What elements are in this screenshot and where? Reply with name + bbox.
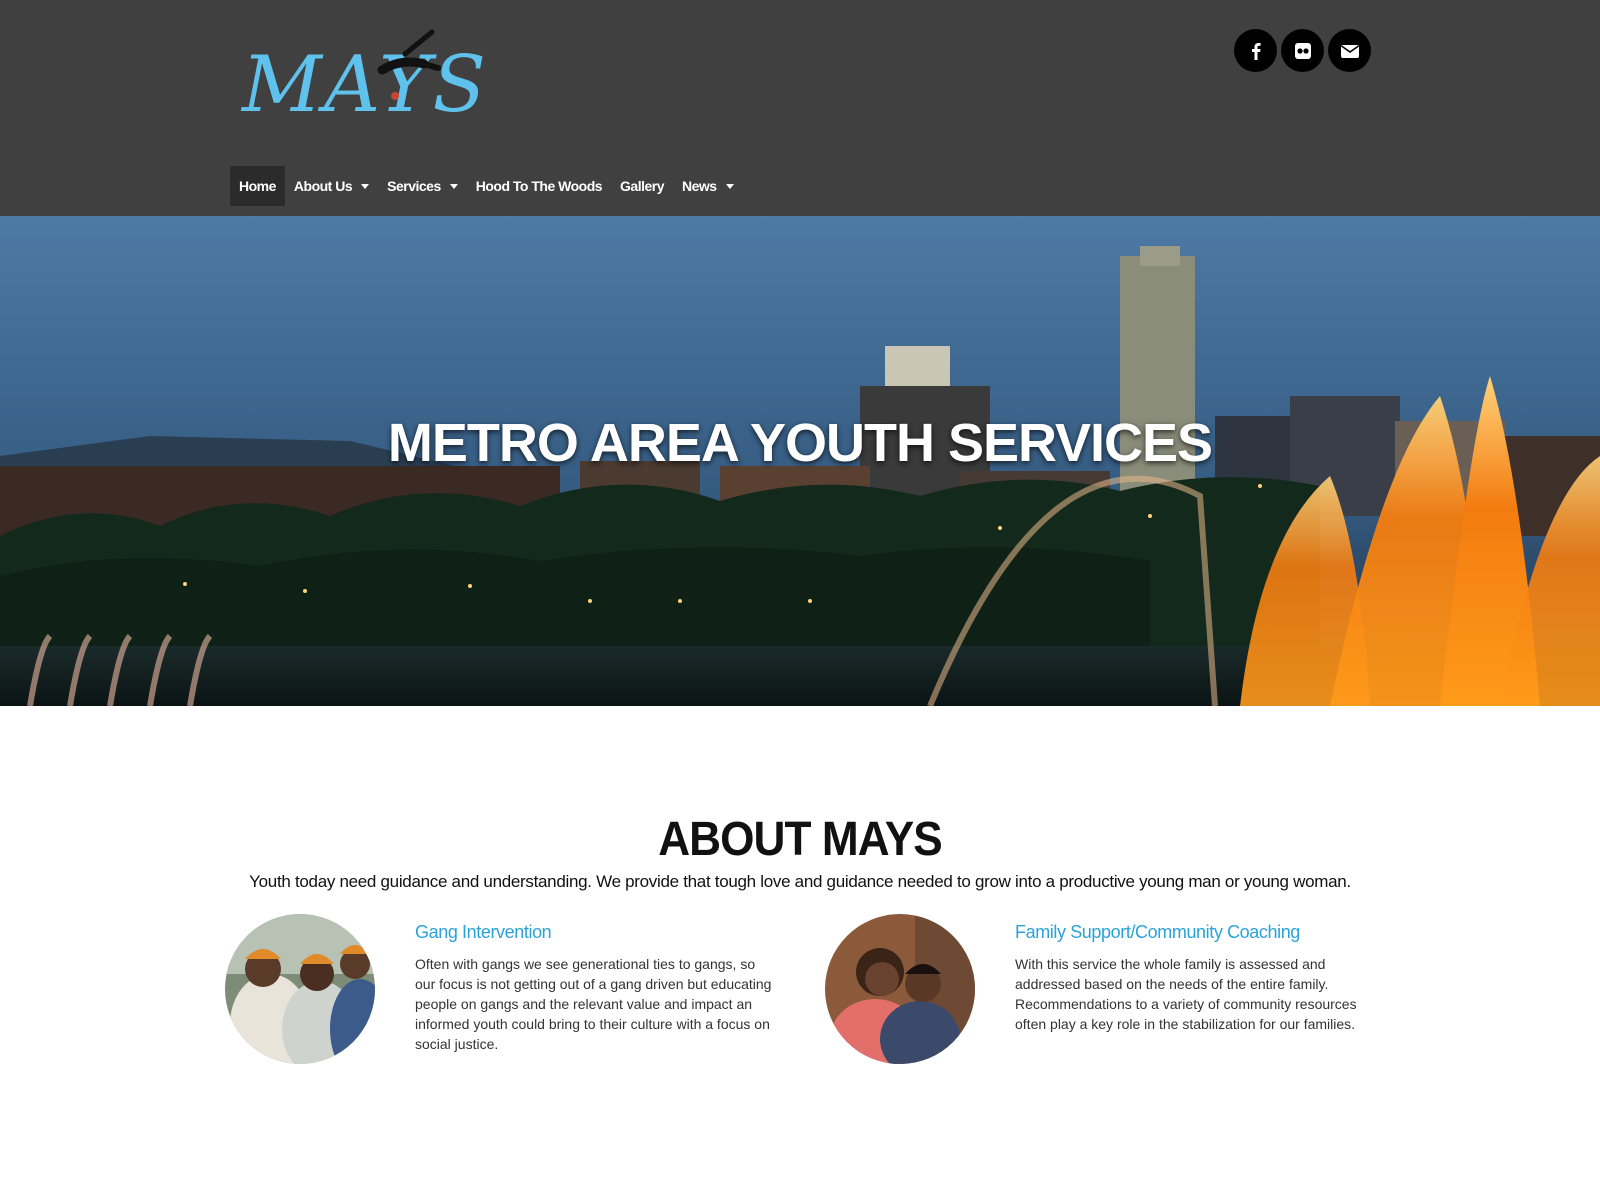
nav-item-about-us[interactable]: About Us xyxy=(285,166,378,206)
flickr-icon xyxy=(1294,42,1311,59)
envelope-icon xyxy=(1340,44,1359,58)
service-title: Gang Intervention xyxy=(415,922,552,942)
caret-down-icon xyxy=(725,183,734,189)
about-subtitle: Youth today need guidance and understand… xyxy=(249,872,1351,891)
nav-item-hood-to-the-woods[interactable]: Hood To The Woods xyxy=(467,166,611,206)
nav-item-label: News xyxy=(682,178,717,194)
nav-item-services[interactable]: Services xyxy=(378,166,467,206)
about-title: ABOUT MAYS xyxy=(658,813,943,866)
family-photo xyxy=(825,914,975,1064)
handstand-figure-icon xyxy=(377,29,441,100)
nav-item-news[interactable]: News xyxy=(673,166,743,206)
service-description: Often with gangs we see generational tie… xyxy=(415,956,772,1052)
main-navigation: Home About Us Services Hood To The Woods… xyxy=(230,166,743,206)
facebook-button[interactable] xyxy=(1234,29,1277,72)
group-photo xyxy=(225,914,375,1064)
service-title: Family Support/Community Coaching xyxy=(1015,922,1300,942)
nav-item-label: About Us xyxy=(293,178,353,194)
hero-banner: METRO AREA YOUTH SERVICES xyxy=(0,216,1600,706)
site-header: MAYS Home About Us Services Hood To The … xyxy=(0,0,1600,216)
nav-item-gallery[interactable]: Gallery xyxy=(611,166,673,206)
social-links xyxy=(1234,29,1371,72)
nav-item-label: Services xyxy=(387,178,441,194)
nav-item-label: Gallery xyxy=(620,178,665,194)
site-logo[interactable]: MAYS xyxy=(242,24,486,136)
email-button[interactable] xyxy=(1328,29,1371,72)
service-description: With this service the whole family is as… xyxy=(1015,956,1357,1032)
facebook-icon xyxy=(1251,42,1261,60)
caret-down-icon xyxy=(449,183,458,189)
flickr-button[interactable] xyxy=(1281,29,1324,72)
caret-down-icon xyxy=(361,183,370,189)
nav-item-label: Home xyxy=(239,178,276,194)
nav-item-home[interactable]: Home xyxy=(230,166,285,206)
nav-item-label: Hood To The Woods xyxy=(475,178,603,194)
hero-title: METRO AREA YOUTH SERVICES xyxy=(387,413,1213,473)
